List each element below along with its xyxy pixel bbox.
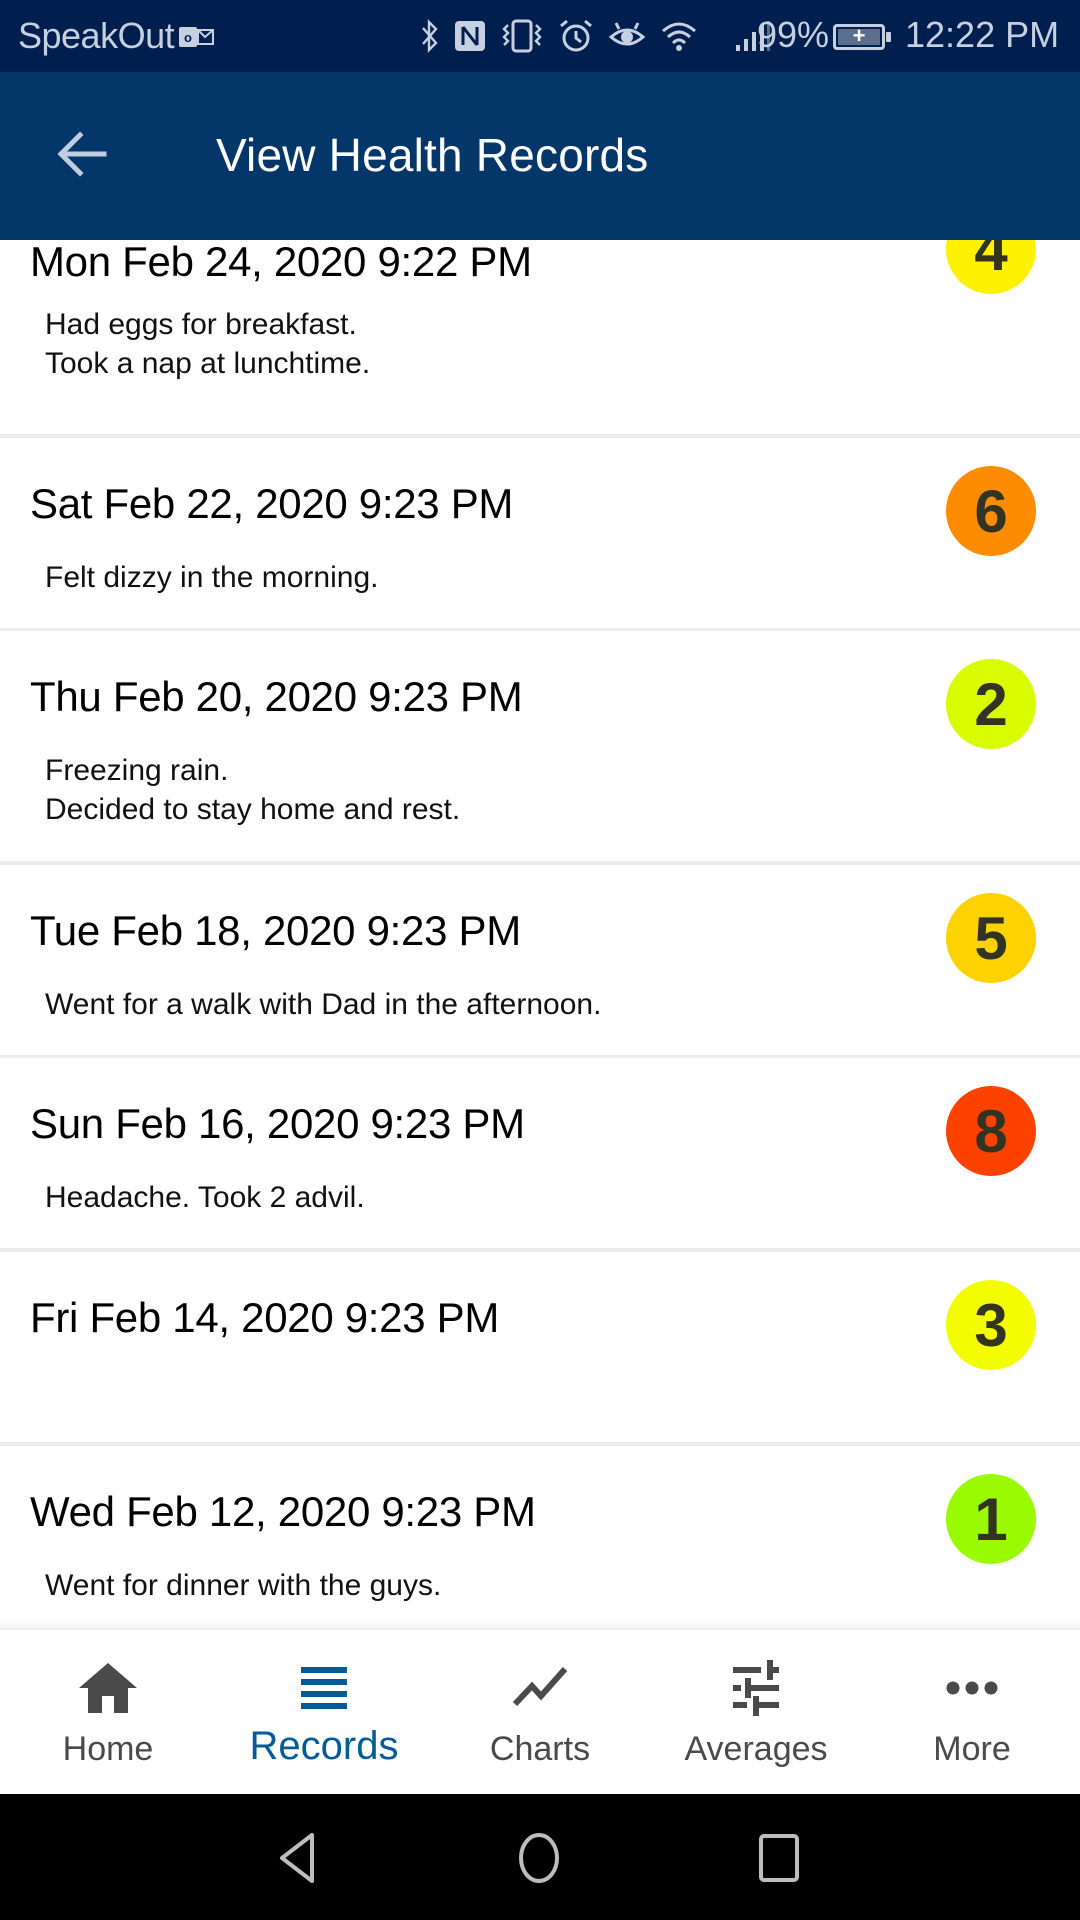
record-row[interactable]: Wed Feb 12, 2020 9:23 PM Went for dinner … — [0, 1446, 1080, 1628]
eye-comfort-icon — [608, 22, 646, 46]
record-note: Went for a walk with Dad in the afternoo… — [45, 988, 602, 1021]
page-title: View Health Records — [216, 129, 649, 181]
record-date: Fri Feb 14, 2020 9:23 PM — [30, 1294, 500, 1341]
record-date: Mon Feb 24, 2020 9:22 PM — [30, 240, 532, 285]
record-row[interactable]: Tue Feb 18, 2020 9:23 PM Went for a walk … — [0, 865, 1080, 1055]
nfc-icon — [455, 21, 485, 51]
score-badge: 2 — [946, 659, 1036, 749]
record-row[interactable]: Fri Feb 14, 2020 9:23 PM 3 — [0, 1252, 1080, 1442]
record-date: Tue Feb 18, 2020 9:23 PM — [30, 907, 521, 954]
record-row[interactable]: Sat Feb 22, 2020 9:23 PM Felt dizzy in th… — [0, 438, 1080, 628]
system-navigation-bar — [0, 1794, 1080, 1920]
system-recents-button[interactable] — [743, 1822, 815, 1894]
record-date: Sat Feb 22, 2020 9:23 PM — [30, 480, 514, 527]
home-icon — [79, 1663, 137, 1713]
trend-line-icon — [512, 1667, 568, 1707]
system-home-button[interactable] — [503, 1822, 575, 1894]
record-note: Freezing rain. Decided to stay home and … — [45, 754, 461, 826]
back-button[interactable] — [40, 118, 124, 190]
nav-item-more[interactable]: More — [864, 1630, 1080, 1794]
status-icons — [420, 14, 782, 58]
nav-label-charts: Charts — [489, 1730, 591, 1768]
record-row[interactable]: Sun Feb 16, 2020 9:23 PM Headache. Took 2… — [0, 1058, 1080, 1248]
record-date: Thu Feb 20, 2020 9:23 PM — [30, 673, 523, 720]
record-note: Headache. Took 2 advil. — [45, 1181, 365, 1214]
score-badge: 5 — [946, 893, 1036, 983]
records-list[interactable]: Mon Feb 24, 2020 9:22 PM Had eggs for bre… — [0, 240, 1080, 1628]
nav-item-records[interactable]: Records — [216, 1630, 432, 1794]
record-note: Felt dizzy in the morning. — [45, 561, 379, 594]
bottom-navigation: Home Records Charts Averages More — [0, 1628, 1080, 1794]
score-badge: 6 — [946, 466, 1036, 556]
score-badge: 3 — [946, 1280, 1036, 1370]
battery-percent: 99% — [757, 14, 830, 55]
status-bar: SpeakOut o 99% + 12:22 PM — [0, 0, 1080, 72]
score-badge: 8 — [946, 1086, 1036, 1176]
record-date: Wed Feb 12, 2020 9:23 PM — [30, 1488, 536, 1535]
record-date: Sun Feb 16, 2020 9:23 PM — [30, 1100, 525, 1147]
battery-icon: + — [833, 23, 891, 50]
outlook-notification-icon: o — [179, 27, 214, 47]
nav-item-home[interactable]: Home — [0, 1630, 216, 1794]
recents-square-icon — [759, 1834, 799, 1882]
list-icon — [301, 1667, 347, 1709]
record-note: Went for dinner with the guys. — [45, 1569, 442, 1602]
status-app-name: SpeakOut — [18, 15, 175, 56]
back-triangle-icon — [280, 1833, 314, 1883]
record-row[interactable]: Thu Feb 20, 2020 9:23 PM Freezing rain. D… — [0, 631, 1080, 861]
more-horizontal-icon — [946, 1681, 998, 1695]
alarm-icon — [560, 19, 592, 52]
score-badge: 4 — [946, 240, 1036, 294]
vibrate-icon — [502, 19, 542, 53]
wifi-icon — [662, 22, 696, 51]
nav-item-averages[interactable]: Averages — [648, 1630, 864, 1794]
charging-plus-icon: + — [852, 23, 866, 48]
record-row[interactable]: Mon Feb 24, 2020 9:22 PM Had eggs for bre… — [0, 240, 1080, 434]
score-badge: 1 — [946, 1474, 1036, 1564]
record-note: Had eggs for breakfast. Took a nap at lu… — [45, 308, 371, 380]
bluetooth-icon — [422, 19, 438, 53]
nav-label-records: Records — [249, 1724, 399, 1768]
nav-label-averages: Averages — [684, 1730, 828, 1768]
nav-label-more: More — [933, 1730, 1011, 1768]
app-bar: View Health Records — [0, 72, 1080, 240]
nav-label-home: Home — [62, 1730, 154, 1768]
status-time: 12:22 PM — [905, 14, 1060, 55]
arrow-back-icon — [57, 131, 107, 177]
system-back-button[interactable] — [262, 1822, 334, 1894]
nav-item-charts[interactable]: Charts — [432, 1630, 648, 1794]
home-circle-icon — [519, 1833, 559, 1883]
svg-text:o: o — [184, 30, 192, 45]
sliders-icon — [733, 1660, 779, 1716]
